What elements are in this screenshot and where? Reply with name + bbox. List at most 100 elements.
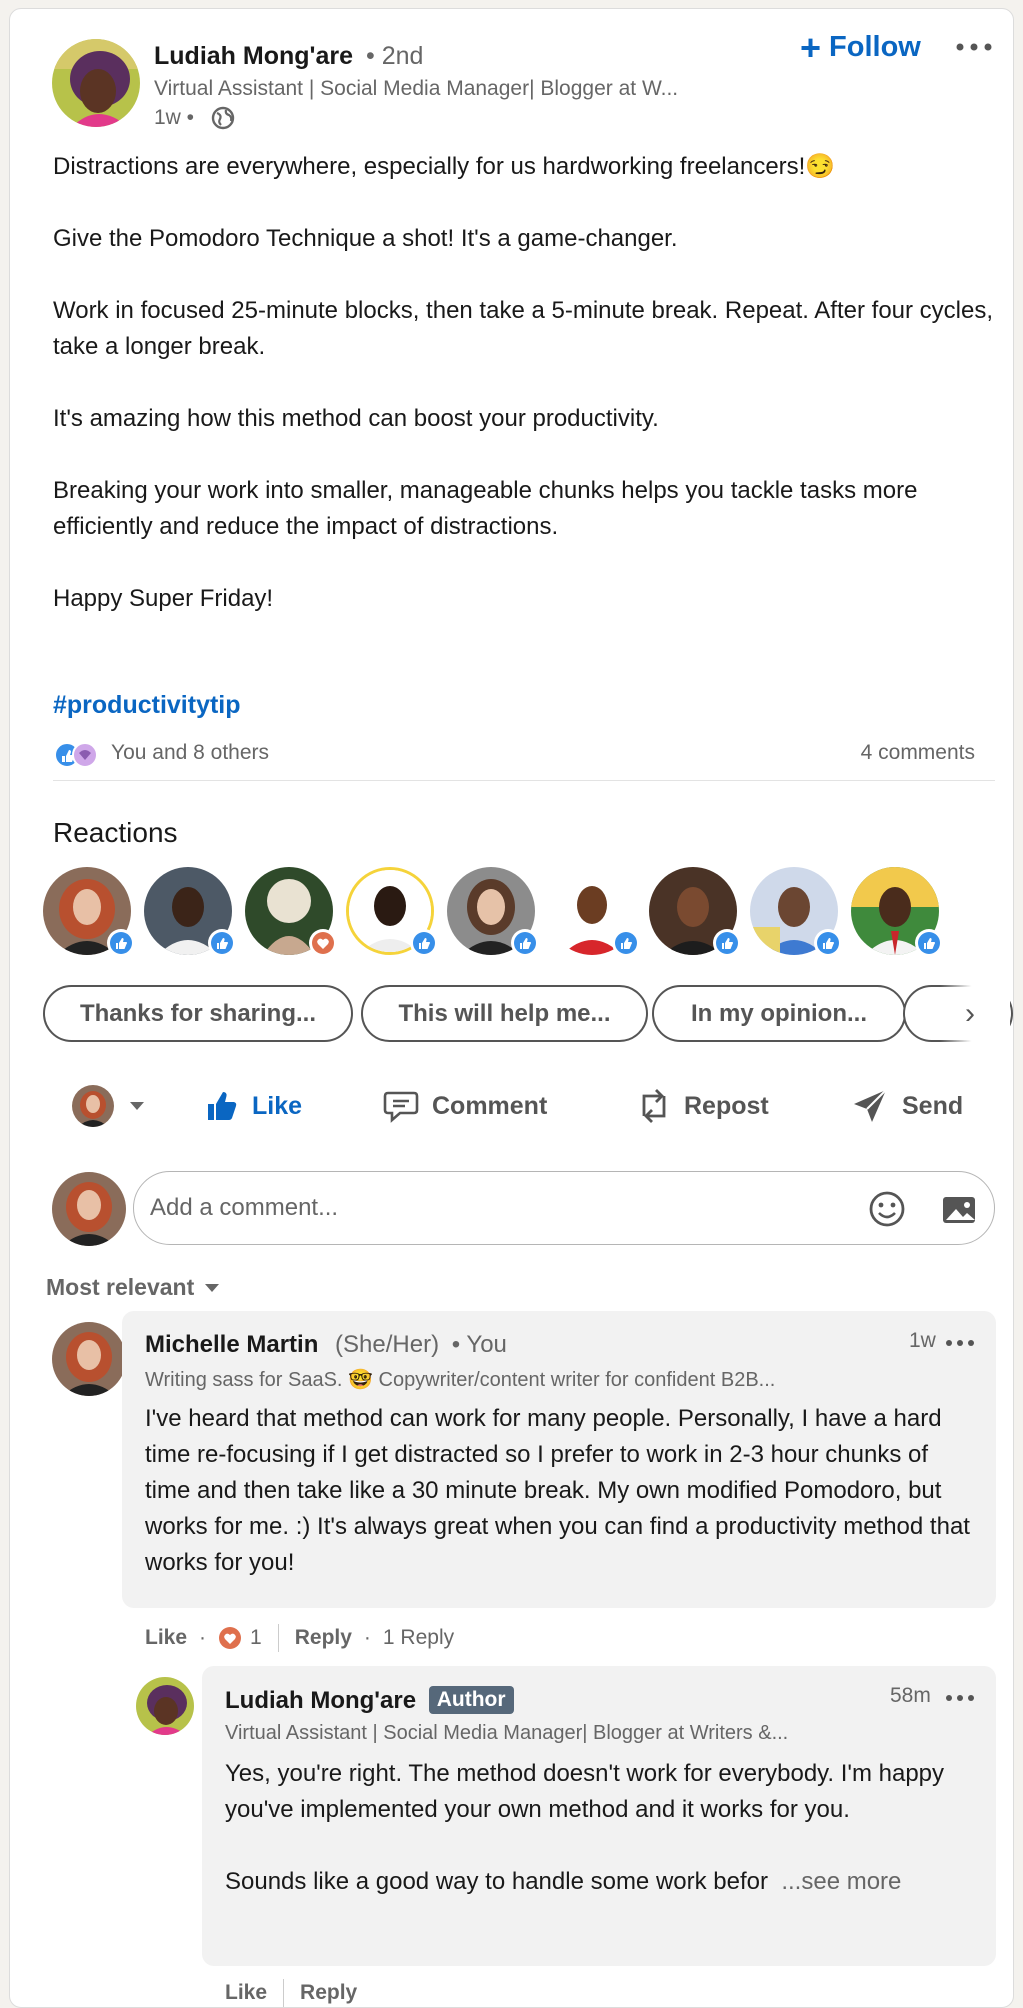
current-user-avatar[interactable] — [52, 1172, 126, 1246]
comment-box[interactable] — [133, 1171, 995, 1245]
repost-button[interactable]: Repost — [636, 1081, 769, 1131]
post-timestamp: 1w • — [154, 106, 195, 129]
more-options-icon[interactable] — [954, 37, 994, 57]
send-button[interactable]: Send — [850, 1081, 963, 1131]
hashtag-link[interactable]: #productivitytip — [53, 691, 241, 720]
comment-reaction-count[interactable]: 1 — [250, 1626, 262, 1650]
post-paragraph: Distractions are everywhere, especially … — [53, 153, 836, 180]
commenter-name[interactable]: Michelle Martin (She/Her) • You — [145, 1331, 507, 1359]
actor-selector[interactable] — [72, 1085, 146, 1127]
sort-label: Most relevant — [46, 1274, 195, 1300]
reactor-avatar[interactable] — [447, 867, 539, 957]
commenter-name-text: Ludiah Mong'are — [225, 1687, 417, 1714]
like-icon — [511, 929, 539, 957]
comment-label: Comment — [432, 1091, 548, 1120]
author-headline: Virtual Assistant | Social Media Manager… — [154, 77, 679, 100]
love-icon[interactable] — [218, 1626, 242, 1650]
comments-count[interactable]: 4 comments — [861, 741, 975, 765]
commenter-headline: Writing sass for SaaS. 🤓 Copywriter/cont… — [145, 1369, 776, 1391]
globe-icon — [211, 106, 235, 130]
comment-icon — [383, 1091, 419, 1123]
post-paragraph: Work in focused 25-minute blocks, then t… — [53, 297, 1000, 360]
see-more-link[interactable]: ...see more — [781, 1868, 901, 1895]
reactions-heading: Reactions — [53, 817, 178, 848]
reactor-avatar[interactable] — [245, 867, 337, 957]
author-name[interactable]: Ludiah Mong'are — [154, 42, 353, 71]
pronoun: (She/Her) — [335, 1331, 440, 1358]
like-icon — [713, 929, 741, 957]
comment-timestamp: 58m — [890, 1684, 931, 1707]
comment-like-button[interactable]: Like — [145, 1626, 187, 1650]
like-button[interactable]: Like — [204, 1081, 302, 1131]
sort-dropdown[interactable]: Most relevant — [46, 1274, 220, 1301]
reactor-avatar[interactable] — [346, 867, 438, 957]
comment-like-button[interactable]: Like — [225, 1981, 267, 2005]
comment-input[interactable] — [150, 1186, 850, 1230]
comment-button[interactable]: Comment — [382, 1081, 547, 1131]
commenter-name[interactable]: Ludiah Mong'are Author — [225, 1686, 514, 1715]
image-icon[interactable] — [939, 1189, 979, 1229]
thumbs-up-icon — [208, 1092, 237, 1120]
suggestion-chip[interactable]: Thanks for sharing... — [43, 985, 353, 1042]
reactor-avatar[interactable] — [43, 867, 135, 957]
author-badge: Author — [428, 1686, 514, 1714]
suggestion-chip[interactable]: In my opinion... — [652, 985, 906, 1042]
avatar — [72, 1085, 114, 1127]
comment-reply-button[interactable]: Reply — [295, 1626, 352, 1650]
commenter-avatar[interactable] — [52, 1322, 126, 1396]
reactor-avatar[interactable] — [548, 867, 640, 957]
post-paragraph: Breaking your work into smaller, managea… — [53, 477, 925, 540]
caret-down-icon — [205, 1283, 220, 1292]
reactor-avatar[interactable] — [851, 867, 943, 957]
replies-count[interactable]: 1 Reply — [383, 1626, 454, 1650]
you-label: • You — [451, 1331, 507, 1358]
commenter-headline: Virtual Assistant | Social Media Manager… — [225, 1722, 789, 1744]
commenter-avatar[interactable] — [136, 1677, 194, 1735]
follow-label: Follow — [829, 31, 921, 63]
post-paragraph: Give the Pomodoro Technique a shot! It's… — [53, 225, 678, 252]
like-label: Like — [252, 1091, 303, 1120]
repost-icon — [642, 1089, 666, 1123]
follow-button[interactable]: + Follow — [800, 26, 921, 68]
love-icon — [309, 929, 337, 957]
separator-dot: · — [199, 1626, 207, 1649]
author-avatar[interactable] — [52, 39, 140, 127]
commenter-name-text: Michelle Martin — [145, 1331, 319, 1358]
separator-dot: · — [363, 1626, 371, 1649]
send-label: Send — [902, 1091, 964, 1120]
suggestion-chip[interactable]: This will help me... — [361, 985, 648, 1042]
repost-label: Repost — [684, 1091, 769, 1120]
send-icon — [854, 1089, 887, 1122]
comment-reply-button[interactable]: Reply — [300, 1981, 357, 2005]
like-icon — [107, 929, 135, 957]
comment-timestamp: 1w — [909, 1329, 936, 1352]
like-icon — [410, 929, 438, 957]
like-icon — [814, 929, 842, 957]
reactor-avatar[interactable] — [649, 867, 741, 957]
reaction-summary-icons[interactable] — [53, 740, 101, 770]
like-icon — [208, 929, 236, 957]
post-paragraph: It's amazing how this method can boost y… — [53, 405, 659, 432]
post-card: Ludiah Mong'are • 2nd Virtual Assistant … — [9, 8, 1014, 2008]
post-paragraph: Happy Super Friday! — [53, 585, 274, 612]
caret-down-icon — [130, 1102, 144, 1110]
reactor-avatar[interactable] — [144, 867, 236, 957]
like-icon — [612, 929, 640, 957]
divider — [277, 1624, 279, 1652]
comment-text: I've heard that method can work for many… — [145, 1405, 977, 1576]
chevron-right-icon[interactable]: › — [965, 997, 975, 1031]
comment-actions: Like Reply — [225, 1979, 357, 2007]
connection-degree: • 2nd — [366, 42, 424, 70]
reactor-avatar[interactable] — [750, 867, 842, 957]
post-body: Distractions are everywhere, especially … — [53, 149, 1003, 617]
chips-fade — [940, 985, 1010, 1042]
more-options-icon[interactable] — [945, 1692, 975, 1704]
reactions-count[interactable]: You and 8 others — [111, 741, 269, 765]
comment-text: Yes, you're right. The method doesn't wo… — [225, 1756, 985, 1900]
more-options-icon[interactable] — [945, 1337, 975, 1349]
divider — [53, 780, 995, 781]
plus-icon: + — [800, 26, 822, 68]
divider — [283, 1979, 285, 2007]
comment-actions: Like · 1 Reply · 1 Reply — [145, 1624, 454, 1652]
emoji-icon[interactable] — [867, 1189, 907, 1229]
